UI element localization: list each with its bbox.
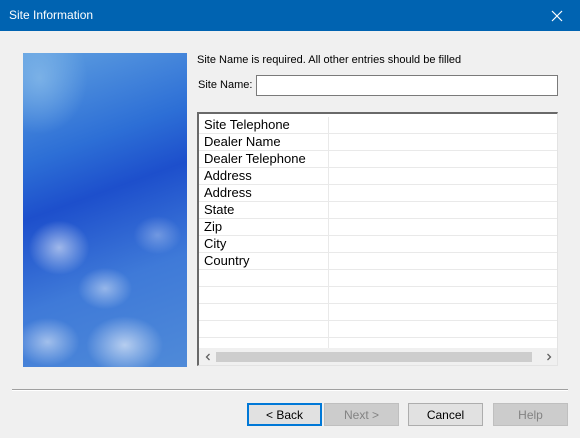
grid-cell-value[interactable] bbox=[329, 236, 557, 252]
grid-cell-field-name bbox=[199, 304, 329, 320]
grid-cell-value[interactable] bbox=[329, 253, 557, 269]
grid-cell-value[interactable] bbox=[329, 321, 557, 337]
cancel-button[interactable]: Cancel bbox=[408, 403, 483, 426]
grid-cell-value[interactable] bbox=[329, 168, 557, 184]
grid-cell-value[interactable] bbox=[329, 219, 557, 235]
grid-cell-value[interactable] bbox=[329, 151, 557, 167]
next-button[interactable]: Next > bbox=[324, 403, 399, 426]
grid-cell-field-name: City bbox=[199, 236, 329, 252]
grid-cell-field-name: State bbox=[199, 202, 329, 218]
grid-row[interactable]: Site Telephone bbox=[199, 117, 557, 134]
scroll-left-button[interactable] bbox=[199, 348, 216, 365]
grid-cell-field-name: Site Telephone bbox=[199, 117, 329, 133]
grid-row[interactable]: Zip bbox=[199, 219, 557, 236]
grid-row[interactable]: Address bbox=[199, 185, 557, 202]
grid-cell-value[interactable] bbox=[329, 117, 557, 133]
title-bar: Site Information bbox=[0, 0, 580, 31]
close-icon bbox=[551, 10, 563, 21]
back-button[interactable]: < Back bbox=[247, 403, 322, 426]
grid-rows: Site Telephone Dealer Name Dealer Telephon… bbox=[199, 117, 557, 355]
grid-cell-field-name: Address bbox=[199, 168, 329, 184]
grid-row[interactable]: Country bbox=[199, 253, 557, 270]
grid-row[interactable] bbox=[199, 304, 557, 321]
footer-separator bbox=[12, 389, 568, 391]
window-title: Site Information bbox=[9, 8, 94, 22]
grid-cell-field-name: Country bbox=[199, 253, 329, 269]
grid-cell-field-name bbox=[199, 287, 329, 303]
grid-cell-field-name: Dealer Telephone bbox=[199, 151, 329, 167]
grid-cell-value[interactable] bbox=[329, 202, 557, 218]
grid-row[interactable]: State bbox=[199, 202, 557, 219]
grid-cell-value[interactable] bbox=[329, 287, 557, 303]
grid-row[interactable]: Dealer Telephone bbox=[199, 151, 557, 168]
chevron-left-icon bbox=[205, 353, 210, 360]
grid-cell-field-name: Address bbox=[199, 185, 329, 201]
horizontal-scrollbar[interactable] bbox=[199, 348, 557, 365]
sky-banner-image bbox=[23, 53, 187, 367]
site-name-label: Site Name: bbox=[198, 79, 253, 91]
grid-cell-value[interactable] bbox=[329, 304, 557, 320]
grid-row[interactable] bbox=[199, 287, 557, 304]
grid-row[interactable]: Address bbox=[199, 168, 557, 185]
scrollbar-thumb[interactable] bbox=[216, 352, 532, 362]
grid-row[interactable] bbox=[199, 270, 557, 287]
site-name-input[interactable] bbox=[256, 75, 558, 96]
grid-cell-field-name: Dealer Name bbox=[199, 134, 329, 150]
grid-cell-value[interactable] bbox=[329, 270, 557, 286]
instruction-text: Site Name is required. All other entries… bbox=[197, 54, 462, 66]
grid-row[interactable]: City bbox=[199, 236, 557, 253]
grid-cell-value[interactable] bbox=[329, 185, 557, 201]
grid-cell-value[interactable] bbox=[329, 134, 557, 150]
grid-cell-field-name bbox=[199, 321, 329, 337]
site-details-grid[interactable]: Site Telephone Dealer Name Dealer Telephon… bbox=[197, 112, 558, 366]
close-button[interactable] bbox=[534, 0, 580, 31]
grid-row[interactable]: Dealer Name bbox=[199, 134, 557, 151]
chevron-right-icon bbox=[546, 353, 551, 360]
scroll-right-button[interactable] bbox=[540, 348, 557, 365]
grid-cell-field-name bbox=[199, 270, 329, 286]
grid-row[interactable] bbox=[199, 321, 557, 338]
grid-cell-field-name: Zip bbox=[199, 219, 329, 235]
help-button[interactable]: Help bbox=[493, 403, 568, 426]
